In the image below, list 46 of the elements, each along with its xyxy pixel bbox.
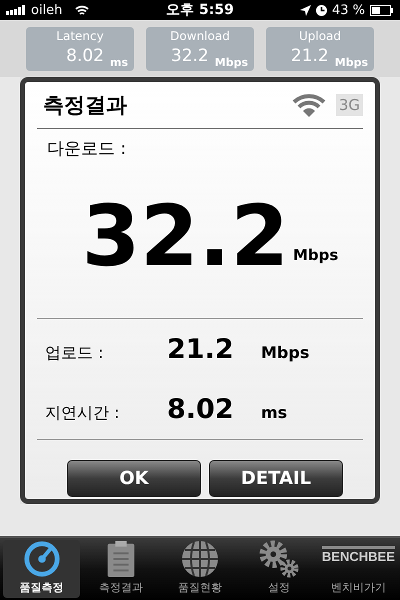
tile-label: Download — [169, 29, 231, 45]
result-label: 지연시간 : — [45, 402, 120, 424]
tile-unit: Mbps — [334, 56, 368, 69]
signal-icon — [6, 5, 26, 15]
clock-icon — [316, 4, 327, 16]
network-badge: 3G — [336, 94, 363, 116]
download-value: 32.2 — [82, 194, 289, 278]
tab-item[interactable]: 품질현황 — [161, 540, 239, 598]
tab-label: 설정 — [268, 580, 290, 595]
gauge-icon — [22, 540, 62, 578]
tab-label: 품질현황 — [178, 580, 222, 595]
tile-value: 32.2 — [170, 46, 210, 68]
tile-unit: ms — [110, 56, 128, 69]
result-unit: Mbps — [261, 342, 310, 362]
ok-button[interactable]: OK — [67, 460, 201, 497]
clipboard-icon — [106, 540, 136, 578]
tile-value: 21.2 — [290, 46, 330, 68]
tab-label: 벤치비가기 — [330, 580, 386, 595]
location-arrow-icon — [300, 4, 311, 16]
dialog-title: 측정결과 — [43, 92, 128, 119]
download-label: 다운로드 : — [47, 138, 126, 160]
tab-item[interactable]: 설정 — [240, 540, 318, 598]
result-unit: ms — [261, 402, 288, 422]
battery-icon — [370, 4, 394, 16]
tile-value: 8.02 — [65, 46, 105, 68]
globe-icon — [181, 540, 219, 578]
tab-label: 측정결과 — [98, 580, 143, 595]
result-value: 8.02 — [167, 394, 235, 424]
clock-time: 오후 5:59 — [166, 1, 234, 19]
result-label: 업로드 : — [45, 342, 104, 364]
tab-item[interactable]: BENCHBEE 벤치비가기 — [320, 540, 398, 598]
brand-logo: BENCHBEE — [322, 546, 395, 564]
tile-unit: Mbps — [214, 56, 248, 69]
result-value: 21.2 — [167, 334, 235, 364]
battery-percent: 43 % — [332, 2, 366, 18]
detail-button[interactable]: DETAIL — [209, 460, 343, 497]
tab-label: 품질측정 — [20, 580, 64, 595]
tab-item[interactable]: 품질측정 — [3, 540, 80, 598]
carrier-name: oileh — [31, 2, 62, 18]
tile-label: Upload — [298, 29, 342, 45]
download-unit: Mbps — [292, 246, 338, 264]
tab-item[interactable]: 측정결과 — [82, 540, 160, 598]
gears-icon — [258, 540, 300, 578]
tile-label: Latency — [55, 29, 105, 45]
wifi-icon — [292, 93, 326, 117]
wifi-icon — [75, 4, 90, 16]
